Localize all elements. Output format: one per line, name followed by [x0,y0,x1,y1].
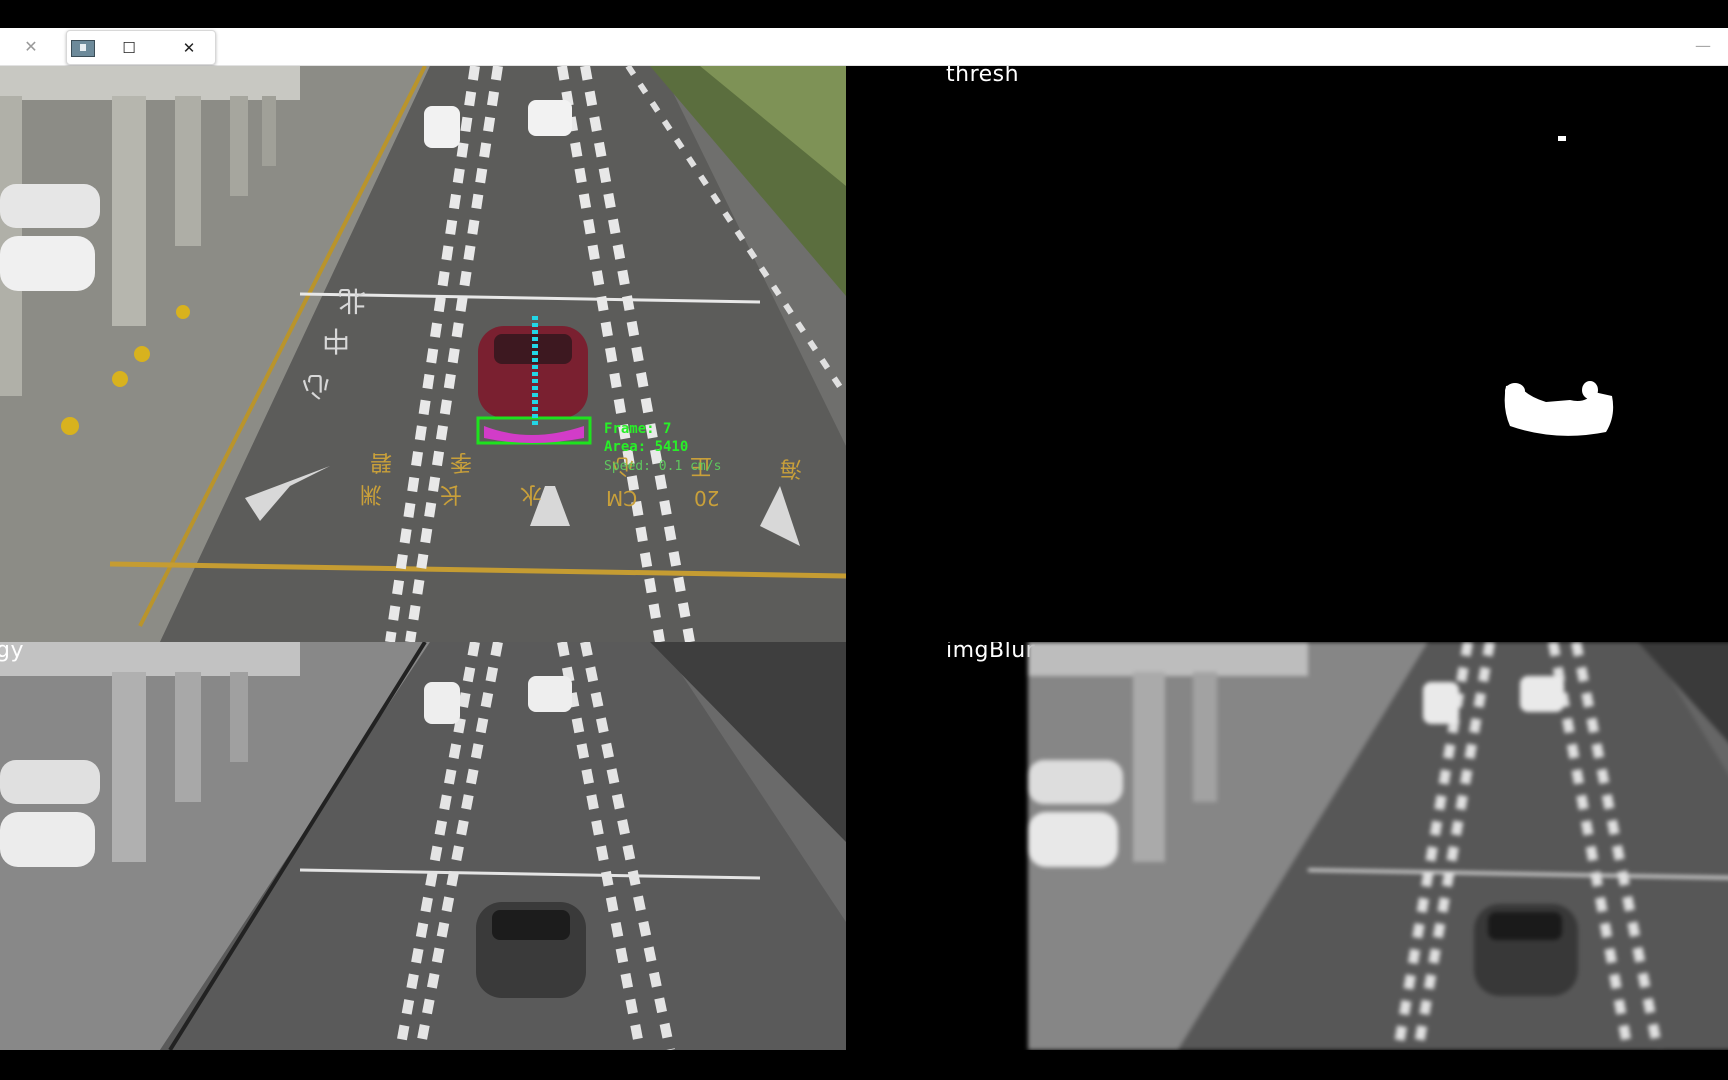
road-scene-blur [1028,642,1728,1050]
road-char: 心 [302,370,331,403]
road-char: 季 [450,449,473,474]
detection-label-area: Area: 5410 [604,439,689,455]
road-char: 中 [322,324,351,357]
minimize-icon[interactable]: — [1692,36,1714,56]
title-bar: ✕ — [0,28,1728,66]
maximize-button[interactable]: ☐ [117,36,141,60]
road-char: 水 [520,481,543,506]
detection-label-frame: Frame: 7 [604,421,672,437]
road-char: CM [606,486,638,510]
road-char: 碧 [370,449,393,474]
close-button[interactable]: ✕ [177,36,201,60]
road-char: 海 [780,455,803,480]
road-char: 渊 [360,481,383,506]
panel-title-blur: imgBlur [946,642,1036,663]
detection-label-speed: Speed: 0.1 cm/s [604,459,722,474]
road-scene-color [0,66,846,642]
panel-title-gray: gy [0,642,24,663]
road-char: 北 [338,284,367,317]
close-icon[interactable]: ✕ [20,36,42,58]
road-char: 长 [440,481,463,506]
window-preview-icon [71,40,95,57]
road-scene-gray [0,642,846,1050]
road-char: 20 [694,486,720,510]
blur-panel: imgBlur [846,642,1728,1050]
original-frame-panel: 北 中 心 碧 季 渊 心 正 长 水 海 CM 20 Frame: 7 Are… [0,66,846,642]
gray-panel: gy [0,642,846,1050]
thumbnail-window[interactable]: ☐ ✕ [66,30,216,65]
threshold-mask [1504,136,1614,436]
thresh-panel: thresh [846,66,1728,642]
